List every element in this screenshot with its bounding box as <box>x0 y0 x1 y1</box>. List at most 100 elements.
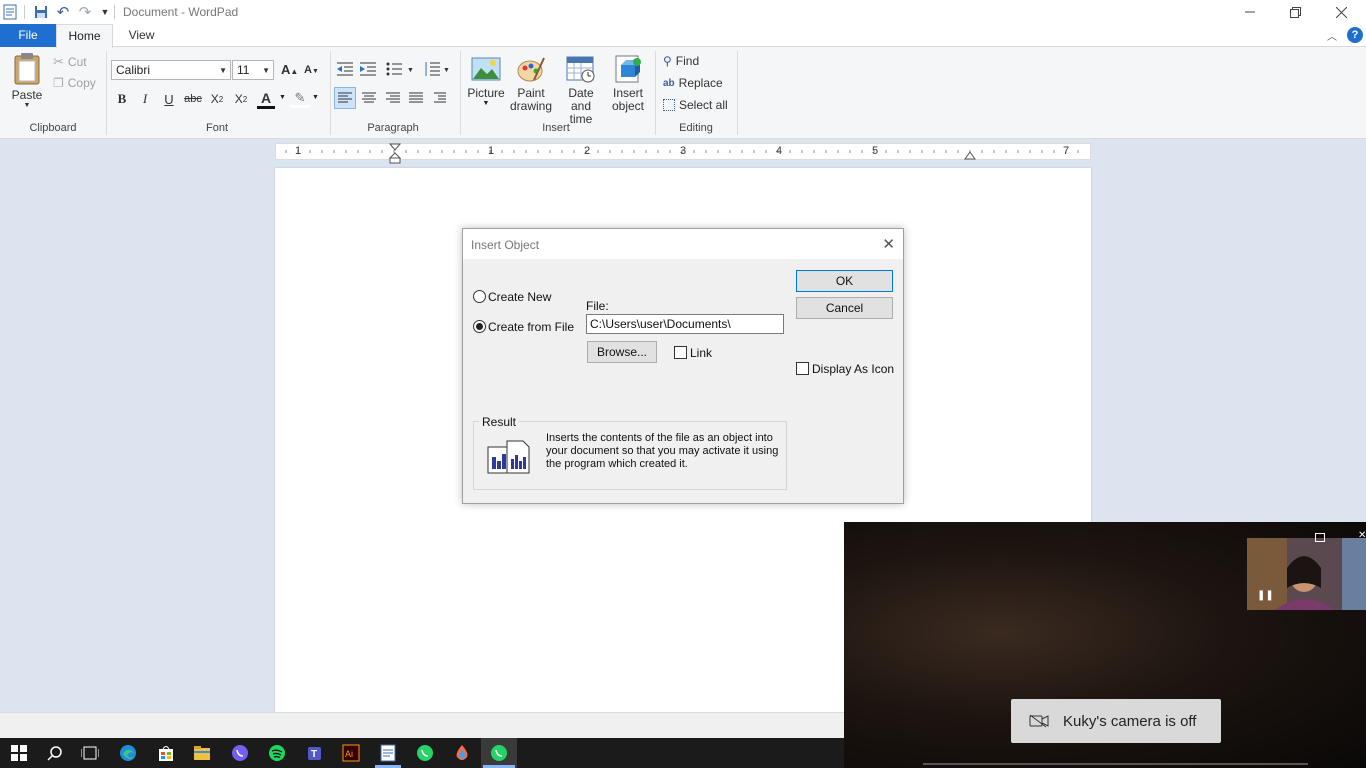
dialog-title-bar: Insert Object ✕ <box>463 229 903 259</box>
svg-text:Ai: Ai <box>345 749 353 759</box>
font-color-icon[interactable]: A <box>257 90 275 109</box>
increase-indent-icon[interactable] <box>360 61 378 80</box>
svg-text:▼: ▼ <box>443 67 450 74</box>
display-as-icon-checkbox[interactable] <box>796 362 809 375</box>
viber-icon[interactable] <box>229 743 251 763</box>
store-icon[interactable] <box>155 743 177 763</box>
link-label[interactable]: Link <box>690 346 712 360</box>
browse-button[interactable]: Browse... <box>587 341 657 363</box>
tab-view[interactable]: View <box>113 24 170 47</box>
shrink-font-icon[interactable]: A▼ <box>304 64 319 76</box>
highlight-icon[interactable]: ✎ <box>290 90 310 108</box>
link-checkbox[interactable] <box>674 346 687 359</box>
copy-button[interactable]: ❐ Copy <box>53 76 96 90</box>
file-path-input[interactable]: C:\Users\user\Documents\ <box>586 314 784 334</box>
editing-group-label: Editing <box>679 122 713 134</box>
insert-object-label-2: object <box>611 99 645 113</box>
insert-object-button[interactable]: Insert object <box>608 54 648 113</box>
task-view-icon[interactable] <box>79 743 101 763</box>
whatsapp-active-icon[interactable] <box>488 743 510 763</box>
ruler-label: 4 <box>776 145 783 157</box>
align-right-icon[interactable] <box>384 89 402 110</box>
line-spacing-icon[interactable]: ▼ <box>423 61 451 80</box>
font-family-select[interactable]: Calibri ▼ <box>111 60 231 80</box>
cut-button[interactable]: ✂ Cut <box>53 54 87 70</box>
italic-icon[interactable]: I <box>135 90 155 108</box>
wordpad-icon[interactable] <box>377 743 399 763</box>
minimize-ribbon-icon[interactable]: ︿ <box>1327 28 1337 43</box>
ruler-label: 1 <box>295 145 302 157</box>
date-time-button[interactable]: Date and time <box>557 54 605 126</box>
paste-button[interactable]: Paste ▼ <box>10 52 44 112</box>
paragraph-group-label: Paragraph <box>367 122 419 134</box>
result-text-line2: your document so that you may activate i… <box>546 445 779 457</box>
teams-icon[interactable]: T <box>303 743 325 763</box>
paint-drawing-button[interactable]: Paint drawing <box>509 54 553 113</box>
left-indent-marker[interactable] <box>388 143 402 168</box>
subscript-icon[interactable]: X2 <box>207 90 227 108</box>
close-button[interactable] <box>1318 0 1364 24</box>
illustrator-icon[interactable]: Ai <box>340 743 362 763</box>
find-button[interactable]: ⚲ Find <box>663 54 699 68</box>
dialog-close-icon[interactable]: ✕ <box>882 235 895 253</box>
redo-icon[interactable]: ↷ <box>77 4 93 21</box>
maximize-video-icon[interactable] <box>1315 533 1325 542</box>
align-center-icon[interactable] <box>360 89 378 110</box>
decrease-indent-icon[interactable] <box>337 61 355 80</box>
font-size-select[interactable]: 11 ▼ <box>232 60 274 80</box>
help-icon[interactable]: ? <box>1347 27 1363 43</box>
create-new-label[interactable]: Create New <box>488 290 551 304</box>
windows-icon[interactable] <box>8 743 30 763</box>
tab-file[interactable]: File <box>0 24 56 47</box>
pause-icon[interactable]: ❚❚ <box>1257 590 1274 601</box>
date-time-label-1: Date and <box>568 86 594 113</box>
font-color-dropdown-icon[interactable]: ▼ <box>279 94 286 101</box>
paste-label: Paste <box>11 88 43 102</box>
bullet-list-icon[interactable]: ▼ <box>386 61 414 80</box>
replace-button[interactable]: ab Replace <box>663 76 723 90</box>
undo-icon[interactable]: ↶ <box>55 4 71 21</box>
restore-button[interactable] <box>1272 0 1318 24</box>
binoculars-icon: ⚲ <box>663 54 672 68</box>
ok-button[interactable]: OK <box>796 270 893 292</box>
strikethrough-icon[interactable]: abc <box>183 90 203 108</box>
search-icon[interactable] <box>44 743 66 763</box>
underline-icon[interactable]: U <box>159 90 179 108</box>
video-progress-track <box>923 763 1308 765</box>
create-from-file-label[interactable]: Create from File <box>488 320 574 334</box>
paste-icon <box>14 53 40 85</box>
align-left-icon[interactable] <box>334 87 356 109</box>
right-indent-marker[interactable] <box>964 150 976 164</box>
display-as-icon-label[interactable]: Display As Icon <box>812 362 894 376</box>
explorer-icon[interactable] <box>191 743 213 763</box>
justify-icon[interactable] <box>407 89 425 110</box>
picture-icon <box>471 57 501 81</box>
highlight-dropdown-icon[interactable]: ▼ <box>312 94 319 101</box>
spotify-icon[interactable] <box>266 743 288 763</box>
create-new-radio[interactable] <box>473 290 486 303</box>
select-all-button[interactable]: Select all <box>663 98 728 112</box>
bold-icon[interactable]: B <box>112 90 132 108</box>
result-label: Result <box>479 415 520 429</box>
edge-icon[interactable] <box>117 743 139 763</box>
cancel-button[interactable]: Cancel <box>796 297 893 319</box>
minimize-button[interactable] <box>1227 0 1273 24</box>
save-icon[interactable] <box>33 4 49 20</box>
picture-button[interactable]: Picture ▼ <box>466 54 506 107</box>
superscript-icon[interactable]: X2 <box>231 90 251 108</box>
paint3d-icon[interactable] <box>451 743 473 763</box>
insert-group-label: Insert <box>542 122 570 134</box>
paint-drawing-icon <box>517 57 545 82</box>
tab-home[interactable]: Home <box>56 24 113 48</box>
wordpad-app-icon[interactable] <box>2 4 18 20</box>
customize-qat-icon[interactable]: ▼ <box>97 4 113 20</box>
grow-font-icon[interactable]: A▲ <box>281 62 298 77</box>
camera-off-text: Kuky's camera is off <box>1063 712 1197 730</box>
paragraph-settings-icon[interactable] <box>432 89 450 110</box>
close-video-icon[interactable]: ✕ <box>1358 530 1366 541</box>
svg-text:▼: ▼ <box>407 67 414 74</box>
whatsapp-icon[interactable] <box>414 743 436 763</box>
create-from-file-radio[interactable] <box>473 320 486 333</box>
svg-text:T: T <box>311 749 317 760</box>
font-size-value: 11 <box>237 63 250 77</box>
